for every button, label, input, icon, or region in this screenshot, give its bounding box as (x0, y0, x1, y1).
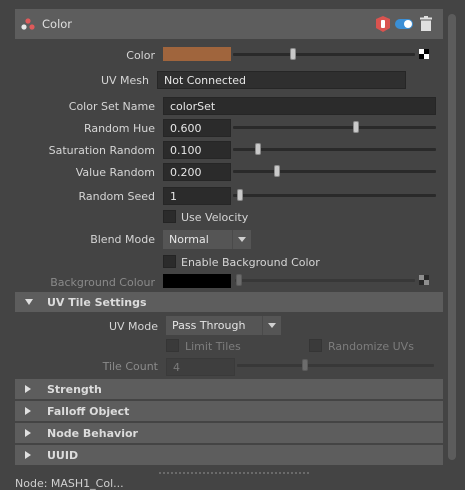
section-title: UV Tile Settings (47, 296, 147, 309)
shield-icon[interactable] (376, 16, 390, 32)
random-seed-field[interactable]: 1 (163, 187, 231, 205)
enable-bg-checkbox[interactable] (163, 255, 176, 268)
section-uuid[interactable]: UUID (15, 445, 443, 465)
random-seed-track[interactable] (233, 194, 436, 197)
tile-count-label: Tile Count (102, 360, 158, 373)
blend-mode-label: Blend Mode (90, 233, 155, 246)
expand-arrow-icon (25, 429, 31, 437)
tile-count-thumb[interactable] (302, 359, 308, 371)
blend-mode-value: Normal (169, 233, 209, 246)
resize-grip[interactable] (159, 472, 309, 474)
tile-count-track[interactable] (237, 364, 434, 367)
color-label: Color (126, 49, 155, 62)
limit-tiles-checkbox[interactable] (166, 339, 179, 352)
map-texture-icon[interactable] (419, 49, 429, 59)
random-seed-label: Random Seed (78, 190, 155, 203)
collapse-arrow-icon (25, 299, 33, 305)
uv-mode-value: Pass Through (172, 319, 246, 332)
chevron-down-icon (232, 230, 251, 249)
randomize-uvs-label: Randomize UVs (328, 340, 414, 353)
blend-mode-dropdown[interactable]: Normal (163, 230, 251, 249)
color-slider-thumb[interactable] (290, 48, 296, 60)
color-set-field[interactable]: colorSet (163, 97, 436, 115)
section-title: Node Behavior (47, 427, 138, 440)
scrollbar-thumb[interactable] (448, 14, 456, 460)
section-node-behavior[interactable]: Node Behavior (15, 423, 443, 443)
random-hue-track[interactable] (233, 126, 436, 129)
color-node-panel: Color Color UV Mesh Not Connected Color … (15, 9, 443, 465)
color-set-label: Color Set Name (68, 100, 155, 113)
random-hue-thumb[interactable] (353, 121, 359, 133)
use-velocity-label: Use Velocity (181, 211, 249, 224)
value-random-thumb[interactable] (274, 165, 280, 177)
random-hue-field[interactable]: 0.600 (163, 119, 231, 137)
uv-mesh-field[interactable]: Not Connected (157, 71, 406, 89)
section-title: UUID (47, 449, 79, 462)
limit-tiles-label: Limit Tiles (185, 340, 241, 353)
bg-colour-label: Background Colour (50, 276, 155, 289)
bg-map-texture-icon[interactable] (419, 275, 429, 285)
node-name-label: Node: MASH1_Col... (15, 477, 124, 490)
bg-colour-swatch[interactable] (163, 274, 231, 288)
saturation-label: Saturation Random (48, 144, 155, 157)
color-node-icon (21, 18, 35, 30)
bg-colour-thumb[interactable] (236, 274, 242, 286)
section-strength[interactable]: Strength (15, 379, 443, 399)
expand-arrow-icon (25, 407, 31, 415)
value-random-label: Value Random (75, 166, 155, 179)
saturation-field[interactable]: 0.100 (163, 141, 231, 159)
section-falloff-object[interactable]: Falloff Object (15, 401, 443, 421)
section-title: Falloff Object (47, 405, 130, 418)
color-slider-track[interactable] (233, 53, 415, 56)
random-seed-thumb[interactable] (237, 189, 243, 201)
section-uv-tile-settings[interactable]: UV Tile Settings (15, 292, 443, 312)
enable-bg-label: Enable Background Color (181, 256, 320, 269)
uv-mode-label: UV Mode (108, 320, 158, 333)
expand-arrow-icon (25, 385, 31, 393)
value-random-track[interactable] (233, 170, 436, 173)
tile-count-field[interactable]: 4 (166, 358, 235, 376)
random-hue-label: Random Hue (83, 122, 155, 135)
saturation-track[interactable] (233, 148, 436, 151)
section-title: Strength (47, 383, 102, 396)
color-swatch[interactable] (163, 47, 231, 61)
trash-icon[interactable] (420, 16, 432, 31)
panel-title: Color (42, 17, 73, 31)
uv-mesh-label: UV Mesh (100, 74, 149, 87)
randomize-uvs-checkbox[interactable] (309, 339, 322, 352)
value-random-field[interactable]: 0.200 (163, 163, 231, 181)
vertical-scrollbar[interactable] (445, 9, 458, 464)
use-velocity-checkbox[interactable] (163, 210, 176, 223)
panel-header[interactable]: Color (15, 9, 443, 39)
bg-colour-track[interactable] (235, 279, 415, 282)
saturation-thumb[interactable] (255, 143, 261, 155)
expand-arrow-icon (25, 451, 31, 459)
toggle-icon[interactable] (395, 19, 413, 29)
uv-mode-dropdown[interactable]: Pass Through (166, 316, 281, 335)
chevron-down-icon (262, 316, 281, 335)
